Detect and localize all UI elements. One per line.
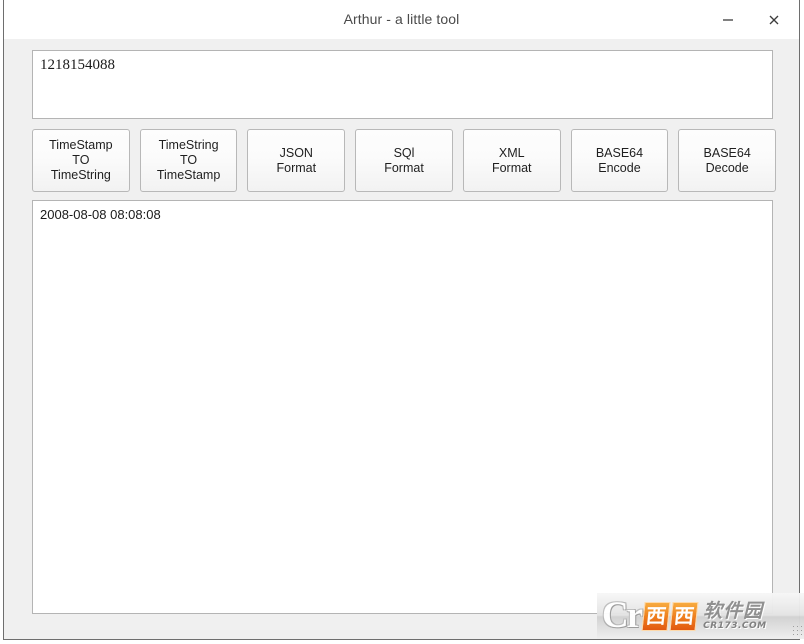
button-label-line-2: Format <box>276 160 317 175</box>
base64-decode-button[interactable]: BASE64 Decode <box>678 129 777 192</box>
button-label-line-2: Format <box>491 160 532 175</box>
timestring-to-timestamp-button[interactable]: TimeString TO TimeStamp <box>139 129 238 192</box>
button-label-line-1: SQl <box>393 145 415 160</box>
minimize-icon <box>721 13 735 27</box>
button-label-line-2: Encode <box>598 160 641 175</box>
watermark-xi-second: 西 <box>669 601 699 631</box>
sql-format-button[interactable]: SQl Format <box>355 129 453 192</box>
button-label-line-3: TimeStamp <box>156 168 221 182</box>
json-format-button[interactable]: JSON Format <box>247 129 346 192</box>
button-label-line-1: TimeString <box>158 138 219 152</box>
button-label-line-1: BASE64 <box>595 145 644 160</box>
title-bar: Arthur - a little tool <box>4 0 799 40</box>
button-label-line-1: XML <box>498 145 525 160</box>
site-watermark: Cr 西 西 软件园 CR173.COM <box>597 593 804 639</box>
button-label-line-3: TimeString <box>50 168 111 182</box>
watermark-site-name: 软件园 <box>703 599 764 622</box>
output-text-value: 2008-08-08 08:08:08 <box>40 207 161 222</box>
button-label-line-2: TO <box>72 153 90 167</box>
input-text-value: 1218154088 <box>40 57 115 73</box>
base64-encode-button[interactable]: BASE64 Encode <box>570 129 669 192</box>
button-label-line-2: TO <box>180 153 198 167</box>
output-textarea[interactable]: 2008-08-08 08:08:08 <box>32 200 773 614</box>
watermark-dots-icon <box>793 626 803 636</box>
button-label-line-1: BASE64 <box>703 145 751 160</box>
watermark-url: CR173.COM <box>703 620 767 631</box>
minimize-button[interactable] <box>705 0 751 39</box>
action-button-row: TimeStamp TO TimeString TimeString TO Ti… <box>32 129 777 192</box>
button-label-line-2: Decode <box>705 160 749 175</box>
watermark-logo-cr: Cr <box>602 595 643 636</box>
input-textarea[interactable]: 1218154088 <box>32 50 773 119</box>
button-label-line-2: Format <box>384 160 424 175</box>
xml-format-button[interactable]: XML Format <box>462 129 561 192</box>
watermark-text-group: 软件园 CR173.COM <box>703 599 767 632</box>
window-title: Arthur - a little tool <box>343 11 460 27</box>
button-label-line-1: TimeStamp <box>49 138 113 152</box>
button-label-line-1: JSON <box>279 145 313 160</box>
timestamp-to-timestring-button[interactable]: TimeStamp TO TimeString <box>32 129 130 192</box>
watermark-xi-first: 西 <box>641 601 671 631</box>
close-button[interactable] <box>751 0 797 39</box>
application-window: Arthur - a little tool 1218154088 TimeSt… <box>3 0 804 640</box>
close-icon <box>767 13 781 27</box>
window-body: 1218154088 TimeStamp TO TimeString TimeS… <box>4 39 804 639</box>
